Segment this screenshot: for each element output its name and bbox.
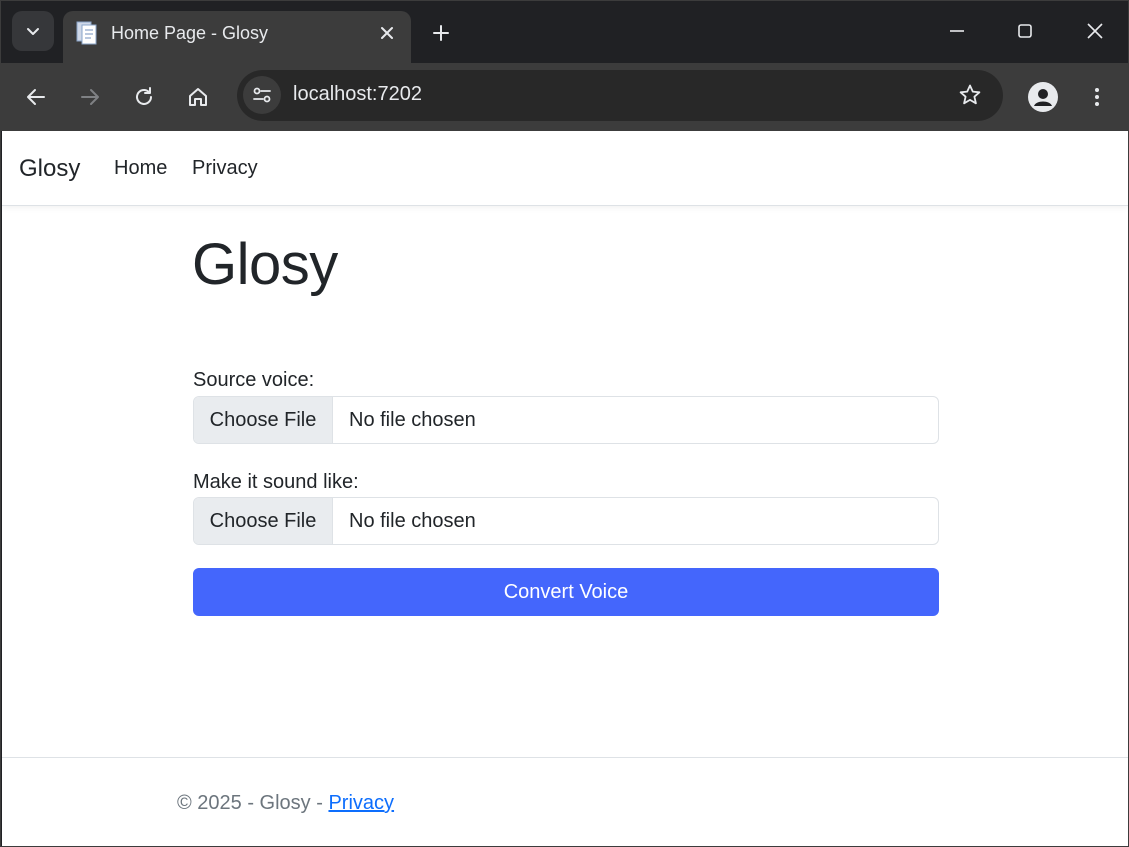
profile-button[interactable]	[1023, 77, 1063, 117]
arrow-right-icon	[81, 89, 99, 105]
convert-voice-button[interactable]: Convert Voice	[193, 568, 939, 616]
choose-file-button[interactable]: Choose File	[194, 397, 333, 443]
nav-link-privacy[interactable]: Privacy	[192, 157, 258, 180]
active-tab[interactable]: Home Page - Glosy	[63, 11, 411, 63]
page-viewport: Glosy Home Privacy Glosy Source voice: C…	[2, 131, 1128, 846]
chevron-down-icon	[27, 28, 39, 35]
site-footer: © 2025 - Glosy - Privacy	[2, 757, 1128, 846]
plus-icon	[433, 25, 449, 41]
bookmark-button[interactable]	[957, 82, 983, 108]
forward-button[interactable]	[70, 77, 110, 117]
minimize-button[interactable]	[933, 9, 981, 53]
nav-link-home[interactable]: Home	[114, 157, 167, 180]
target-voice-label: Make it sound like:	[193, 471, 359, 493]
more-vertical-icon	[1095, 88, 1099, 106]
file-status-text: No file chosen	[349, 409, 476, 431]
home-icon	[189, 88, 207, 106]
tab-close-button[interactable]	[375, 21, 399, 45]
page-icon	[76, 21, 97, 45]
tab-search-button[interactable]	[12, 11, 54, 51]
address-bar[interactable]: localhost:7202	[237, 70, 1003, 121]
page-title: Glosy	[192, 232, 338, 297]
target-voice-file-input[interactable]: Choose File No file chosen	[193, 497, 939, 545]
browser-window: Home Page - Glosy localhost:7202 Glosy H…	[0, 0, 1129, 847]
navbar-brand[interactable]: Glosy	[19, 155, 80, 183]
maximize-icon	[1018, 24, 1032, 38]
file-status-text: No file chosen	[349, 510, 476, 532]
arrow-left-icon	[27, 89, 45, 105]
close-icon	[1087, 23, 1103, 39]
reload-button[interactable]	[124, 77, 164, 117]
site-navbar: Glosy Home Privacy	[2, 131, 1128, 206]
browser-menu-button[interactable]	[1077, 77, 1117, 117]
home-button[interactable]	[178, 77, 218, 117]
url-text[interactable]: localhost:7202	[293, 83, 422, 106]
reload-icon	[136, 87, 152, 105]
source-voice-file-input[interactable]: Choose File No file chosen	[193, 396, 939, 444]
site-info-button[interactable]	[243, 76, 281, 114]
tab-strip: Home Page - Glosy	[1, 1, 1128, 63]
star-icon	[959, 84, 981, 105]
browser-toolbar: localhost:7202	[1, 63, 1128, 131]
source-voice-label: Source voice:	[193, 369, 315, 391]
minimize-icon	[950, 30, 964, 32]
footer-text: © 2025 - Glosy - Privacy	[177, 792, 394, 815]
copyright-text: © 2025 - Glosy -	[177, 792, 329, 814]
back-button[interactable]	[16, 77, 56, 117]
new-tab-button[interactable]	[423, 15, 459, 51]
window-close-button[interactable]	[1071, 9, 1119, 53]
maximize-button[interactable]	[1001, 9, 1049, 53]
footer-privacy-link[interactable]: Privacy	[328, 792, 394, 814]
tune-icon	[253, 87, 271, 103]
close-icon	[381, 27, 393, 39]
avatar-icon	[1028, 82, 1058, 112]
choose-file-button[interactable]: Choose File	[194, 498, 333, 544]
tab-title: Home Page - Glosy	[111, 23, 269, 43]
